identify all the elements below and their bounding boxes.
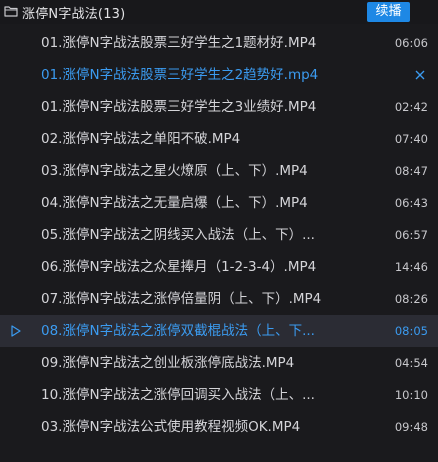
item-title: 01.涨停N字战法股票三好学生之1题材好.MP4 xyxy=(41,35,317,51)
folder-icon[interactable] xyxy=(4,4,18,18)
item-duration: 14:46 xyxy=(394,260,428,274)
item-title: 08.涨停N字战法之涨停双截棍战法（上、下... xyxy=(41,323,315,339)
playlist-item-hovered[interactable]: 01.涨停N字战法股票三好学生之2趋势好.mp4 xyxy=(0,59,438,91)
playlist-item[interactable]: 09.涨停N字战法之创业板涨停底战法.MP4 04:54 xyxy=(0,347,438,379)
playlist-item[interactable]: 06.涨停N字战法之众星捧月（1-2-3-4）.MP4 14:46 xyxy=(0,251,438,283)
folder-title[interactable]: 涨停N字战法(13) xyxy=(22,3,125,22)
item-duration: 06:43 xyxy=(394,196,428,210)
playlist-item[interactable]: 10.涨停N字战法之涨停回调买入战法（上、... 10:10 xyxy=(0,379,438,411)
item-title: 07.涨停N字战法之涨停倍量阴（上、下）.MP4 xyxy=(41,291,322,307)
play-icon xyxy=(11,325,21,337)
item-title: 09.涨停N字战法之创业板涨停底战法.MP4 xyxy=(41,355,295,371)
item-title: 03.涨停N字战法公式使用教程视频OK.MP4 xyxy=(41,419,301,435)
item-duration: 07:40 xyxy=(394,132,428,146)
close-icon[interactable] xyxy=(414,69,426,81)
playlist-item[interactable]: 03.涨停N字战法公式使用教程视频OK.MP4 09:48 xyxy=(0,411,438,443)
item-duration: 08:26 xyxy=(394,292,428,306)
item-duration: 06:06 xyxy=(394,36,428,50)
playlist: 01.涨停N字战法股票三好学生之1题材好.MP4 06:06 01.涨停N字战法… xyxy=(0,27,438,443)
item-title: 10.涨停N字战法之涨停回调买入战法（上、... xyxy=(41,387,315,403)
item-duration: 04:54 xyxy=(394,356,428,370)
playlist-item[interactable]: 04.涨停N字战法之无量启爆（上、下）.MP4 06:43 xyxy=(0,187,438,219)
playlist-item[interactable]: 02.涨停N字战法之单阳不破.MP4 07:40 xyxy=(0,123,438,155)
playlist-item-playing[interactable]: 08.涨停N字战法之涨停双截棍战法（上、下... 08:05 xyxy=(0,315,438,347)
item-title: 01.涨停N字战法股票三好学生之3业绩好.MP4 xyxy=(41,99,317,115)
item-duration: 10:10 xyxy=(394,388,428,402)
playlist-header: 涨停N字战法(13) 续播 xyxy=(0,0,438,24)
item-title: 04.涨停N字战法之无量启爆（上、下）.MP4 xyxy=(41,195,308,211)
item-duration: 08:05 xyxy=(394,324,428,338)
item-duration: 08:47 xyxy=(394,164,428,178)
item-title: 03.涨停N字战法之星火燎原（上、下）.MP4 xyxy=(41,163,308,179)
playlist-item[interactable]: 07.涨停N字战法之涨停倍量阴（上、下）.MP4 08:26 xyxy=(0,283,438,315)
item-title: 02.涨停N字战法之单阳不破.MP4 xyxy=(41,131,241,147)
playlist-item[interactable]: 03.涨停N字战法之星火燎原（上、下）.MP4 08:47 xyxy=(0,155,438,187)
playlist-item[interactable]: 05.涨停N字战法之阴线买入战法（上、下）... 06:57 xyxy=(0,219,438,251)
item-title: 01.涨停N字战法股票三好学生之2趋势好.mp4 xyxy=(41,67,319,83)
item-title: 06.涨停N字战法之众星捧月（1-2-3-4）.MP4 xyxy=(41,259,317,275)
playlist-item[interactable]: 01.涨停N字战法股票三好学生之1题材好.MP4 06:06 xyxy=(0,27,438,59)
playlist-item[interactable]: 01.涨停N字战法股票三好学生之3业绩好.MP4 02:42 xyxy=(0,91,438,123)
item-title: 05.涨停N字战法之阴线买入战法（上、下）... xyxy=(41,227,315,243)
item-duration: 02:42 xyxy=(394,100,428,114)
item-duration: 09:48 xyxy=(394,420,428,434)
playlist-panel: 涨停N字战法(13) 续播 01.涨停N字战法股票三好学生之1题材好.MP4 0… xyxy=(0,0,438,462)
resume-button[interactable]: 续播 xyxy=(367,2,410,22)
item-duration: 06:57 xyxy=(394,228,428,242)
